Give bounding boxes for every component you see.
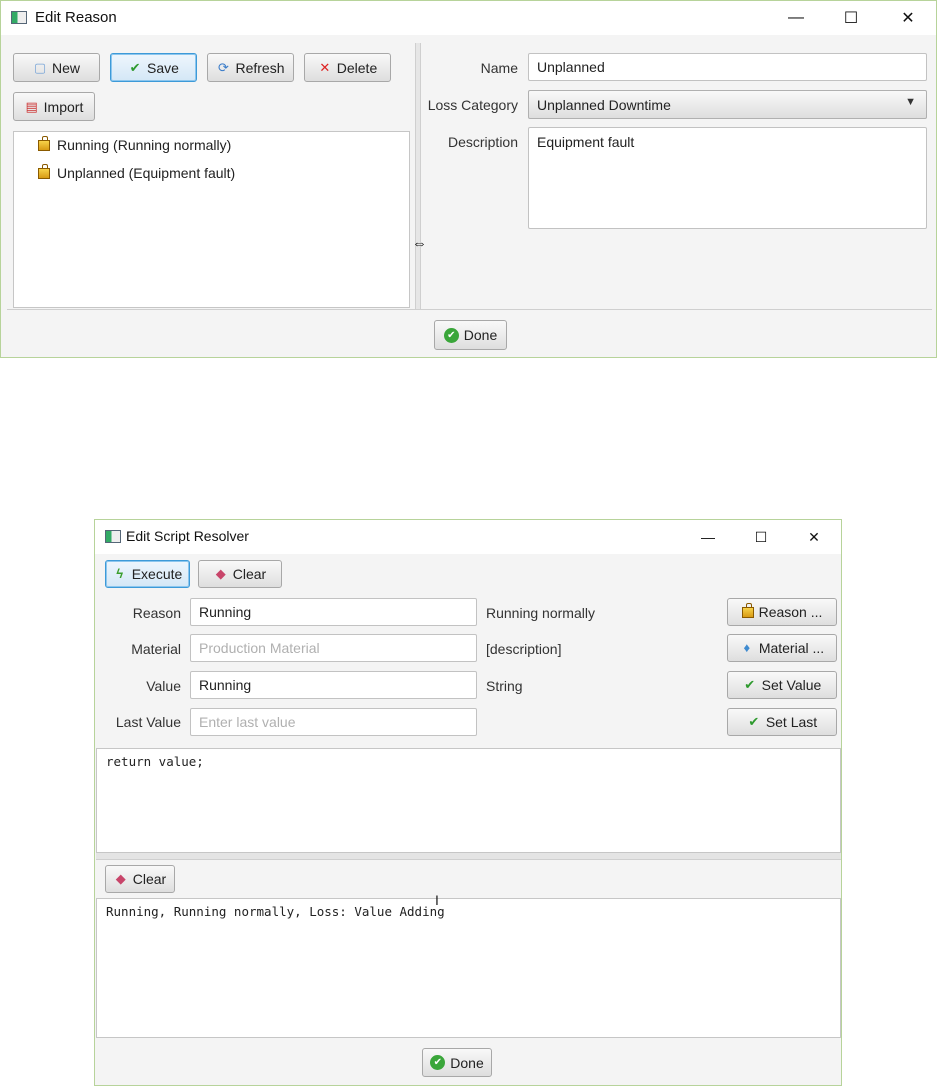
window-title: Edit Script Resolver [126, 528, 249, 544]
last-value-label: Last Value [115, 714, 181, 730]
set-value-button[interactable]: ✔ Set Value [727, 671, 837, 699]
reason-icon [38, 163, 50, 179]
refresh-icon: ⟳ [218, 59, 229, 75]
refresh-button[interactable]: ⟳ Refresh [207, 53, 294, 82]
value-field[interactable]: Running [190, 671, 477, 699]
reason-description: Running normally [486, 605, 595, 621]
material-picker-button[interactable]: ♦ Material ... [727, 634, 837, 662]
done-button[interactable]: ✔ Done [434, 320, 507, 350]
edit-script-resolver-window: Edit Script Resolver — ☐ ✕ ϟ Execute ◆ C… [94, 519, 842, 1086]
description-area[interactable]: Equipment fault [528, 127, 927, 229]
material-label: Material [131, 641, 181, 657]
import-button[interactable]: ▤ Import [13, 92, 95, 121]
delete-button[interactable]: ✕ Delete [304, 53, 391, 82]
import-icon: ▤ [25, 98, 38, 114]
clear-button[interactable]: ◆ Clear [198, 560, 282, 588]
new-document-icon: ▢ [33, 59, 47, 75]
checkmark-icon: ✔ [129, 59, 141, 75]
loss-category-label: Loss Category [427, 97, 518, 113]
done-button[interactable]: ✔ Done [422, 1048, 492, 1077]
material-description: [description] [486, 641, 562, 657]
reason-tree[interactable]: Running (Running normally) Unplanned (Eq… [13, 131, 410, 308]
new-button[interactable]: ▢ New [13, 53, 100, 82]
eraser-icon: ◆ [115, 871, 126, 886]
reason-field[interactable]: Running [190, 598, 477, 626]
value-label: Value [146, 678, 181, 694]
name-field[interactable]: Unplanned [528, 53, 927, 81]
maximize-icon[interactable]: ☐ [738, 520, 784, 554]
title-bar: Edit Reason — ☐ ✕ [1, 1, 936, 35]
splitter[interactable] [96, 853, 841, 860]
material-field[interactable]: Production Material [190, 634, 477, 662]
value-type: String [486, 678, 523, 694]
name-label: Name [480, 60, 518, 76]
app-icon [11, 11, 27, 24]
loss-category-select[interactable]: Unplanned Downtime ▼ [528, 90, 927, 119]
split-divider[interactable] [415, 43, 421, 309]
material-icon: ♦ [743, 640, 751, 655]
bottom-separator [7, 309, 932, 310]
reason-icon [741, 602, 754, 618]
maximize-icon[interactable]: ☐ [828, 1, 874, 35]
save-button[interactable]: ✔ Save [110, 53, 197, 82]
chevron-down-icon: ▼ [905, 96, 916, 108]
reason-label: Reason [132, 605, 181, 621]
reason-icon [38, 135, 50, 151]
app-icon [105, 530, 121, 543]
lightning-icon: ϟ [116, 566, 124, 581]
clear-result-button[interactable]: ◆ Clear [105, 865, 175, 893]
result-area[interactable]: Running, Running normally, Loss: Value A… [96, 898, 841, 1038]
execute-button[interactable]: ϟ Execute [105, 560, 190, 588]
done-check-icon: ✔ [443, 327, 459, 343]
close-icon[interactable]: ✕ [791, 520, 837, 554]
reason-picker-button[interactable]: Reason ... [727, 598, 837, 626]
resize-cursor-icon: ⇔ [412, 235, 427, 252]
minimize-icon[interactable]: — [773, 1, 819, 35]
script-editor[interactable]: return value; [96, 748, 841, 853]
done-check-icon: ✔ [430, 1055, 446, 1070]
text-cursor-icon: I [435, 892, 439, 908]
checkmark-icon: ✔ [748, 714, 760, 729]
tree-item[interactable]: Running (Running normally) [38, 135, 231, 153]
last-value-field[interactable]: Enter last value [190, 708, 477, 736]
eraser-icon: ◆ [215, 566, 226, 581]
edit-reason-window: Edit Reason — ☐ ✕ ▢ New ✔ Save ⟳ Refresh… [0, 0, 937, 358]
description-label: Description [447, 134, 518, 150]
tree-item[interactable]: Unplanned (Equipment fault) [38, 163, 235, 181]
minimize-icon[interactable]: — [685, 520, 731, 554]
close-icon[interactable]: ✕ [885, 1, 931, 35]
title-bar: Edit Script Resolver — ☐ ✕ [95, 520, 841, 554]
delete-x-icon: ✕ [319, 59, 331, 75]
checkmark-icon: ✔ [744, 677, 756, 692]
window-title: Edit Reason [35, 9, 117, 26]
set-last-button[interactable]: ✔ Set Last [727, 708, 837, 736]
